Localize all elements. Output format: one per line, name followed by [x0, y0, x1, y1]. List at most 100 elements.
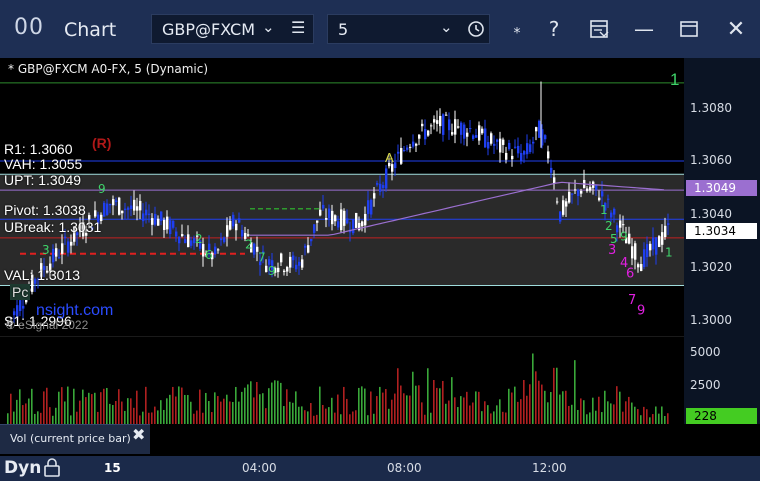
- price-bar-body: [151, 218, 154, 225]
- volume-bar: [40, 412, 42, 424]
- interval-input[interactable]: 5: [338, 20, 348, 39]
- close-study-icon[interactable]: ✖: [132, 425, 145, 444]
- template-icon[interactable]: [585, 14, 613, 44]
- price-bar-body: [223, 237, 226, 243]
- price-bar-body: [55, 248, 58, 257]
- price-bar-body: [652, 237, 655, 250]
- sequence-marker-green: 3: [42, 243, 50, 257]
- volume-bar: [211, 412, 213, 424]
- price-bar-body: [655, 237, 658, 255]
- minimize-icon[interactable]: —: [630, 14, 658, 44]
- symbol-field[interactable]: GBP@FXCM ⌄ ☰: [151, 14, 314, 44]
- volume-bar: [163, 409, 165, 424]
- volume-bar: [286, 389, 288, 424]
- volume-bar: [22, 405, 24, 424]
- price-bar-body: [187, 234, 190, 248]
- symbol-input[interactable]: GBP@FXCM: [162, 20, 260, 39]
- volume-bar: [109, 403, 111, 424]
- interval-field[interactable]: 5 ⌄: [327, 14, 490, 44]
- lock-icon[interactable]: [43, 457, 61, 477]
- volume-bar: [535, 371, 537, 424]
- price-bar-body: [277, 267, 280, 273]
- sequence-marker-green: 2: [605, 219, 613, 233]
- volume-bar: [67, 386, 69, 424]
- volume-bar: [652, 414, 654, 424]
- price-bar-body: [622, 224, 625, 226]
- volume-bar: [550, 392, 552, 424]
- sequence-marker-green: 9: [620, 230, 628, 244]
- help-icon[interactable]: ?: [540, 14, 568, 44]
- copyright: © eSignal 2022: [6, 318, 89, 332]
- chevron-down-icon[interactable]: ⌄: [262, 18, 275, 36]
- price-bar-body: [67, 241, 70, 253]
- price-bar-body: [436, 120, 439, 124]
- price-bar-body: [511, 155, 514, 160]
- price-bar-body: [481, 128, 484, 134]
- price-bar-body: [412, 141, 415, 147]
- volume-bar: [445, 403, 447, 424]
- a-marker: A: [385, 150, 394, 165]
- price-bar-body: [406, 147, 409, 150]
- volume-bar: [172, 386, 174, 424]
- price-bar-body: [289, 256, 292, 268]
- volume-bar: [337, 394, 339, 424]
- price-bar-body: [580, 190, 583, 194]
- maximize-icon[interactable]: [675, 14, 703, 44]
- price-tick: 1.3060: [690, 153, 732, 167]
- volume-bar: [571, 404, 573, 424]
- price-bar-body: [106, 203, 109, 215]
- volume-bar: [178, 386, 180, 424]
- title-bar: 00 Chart GBP@FXCM ⌄ ☰ 5 ⌄ ⁎ ? — ✕: [0, 0, 760, 58]
- clock-icon[interactable]: [467, 20, 485, 38]
- dyn-button[interactable]: Dyn: [4, 458, 41, 478]
- sequence-marker-green: 7: [258, 251, 266, 265]
- volume-bar: [238, 401, 240, 424]
- price-bar-body: [157, 218, 160, 226]
- price-bar-body: [661, 232, 664, 245]
- window-title: Chart: [64, 19, 117, 41]
- volume-bar: [70, 415, 72, 424]
- volume-bar: [274, 380, 276, 424]
- price-bar-body: [190, 240, 193, 246]
- volume-bar: [433, 380, 435, 424]
- template-icon-glyph: [590, 20, 609, 38]
- volume-bar: [85, 397, 87, 424]
- price-bar-body: [343, 210, 346, 226]
- price-bar-body: [577, 189, 580, 197]
- volume-bar: [604, 390, 606, 424]
- volume-bar: [520, 399, 522, 424]
- volume-bar: [628, 396, 630, 424]
- price-bar-body: [373, 193, 376, 199]
- volume-bar: [310, 403, 312, 424]
- price-bar-body: [367, 200, 370, 214]
- draw-tool-icon[interactable]: ⁎: [503, 14, 531, 44]
- price-bar-body: [130, 205, 133, 209]
- volume-bar: [79, 400, 81, 424]
- hamburger-menu-icon[interactable]: ☰: [291, 18, 305, 37]
- price-bar-body: [337, 221, 340, 228]
- volume-bar: [142, 411, 144, 424]
- chevron-down-icon[interactable]: ⌄: [440, 18, 453, 36]
- volume-bar: [457, 407, 459, 424]
- price-bar-body: [418, 134, 421, 139]
- price-bar-body: [370, 199, 373, 215]
- price-bar-body: [517, 145, 520, 154]
- price-axis[interactable]: [684, 58, 760, 336]
- sequence-marker-green: 6: [205, 248, 213, 262]
- price-bar-body: [619, 220, 622, 228]
- app-icon: 00: [14, 15, 44, 40]
- price-bar-body: [526, 143, 529, 155]
- volume-bar: [580, 398, 582, 424]
- volume-chart[interactable]: [0, 336, 684, 424]
- sequence-marker-magenta: 9: [637, 304, 645, 319]
- price-bar-body: [217, 249, 220, 251]
- volume-bar: [199, 389, 201, 424]
- volume-bar: [208, 401, 210, 424]
- price-chart[interactable]: 9326279125 9134679: [0, 58, 684, 336]
- volume-bar: [532, 353, 534, 424]
- volume-bar: [280, 382, 282, 424]
- volume-bar: [499, 399, 501, 424]
- close-icon[interactable]: ✕: [722, 14, 750, 44]
- volume-bar: [436, 387, 438, 424]
- volume-bar: [256, 382, 258, 424]
